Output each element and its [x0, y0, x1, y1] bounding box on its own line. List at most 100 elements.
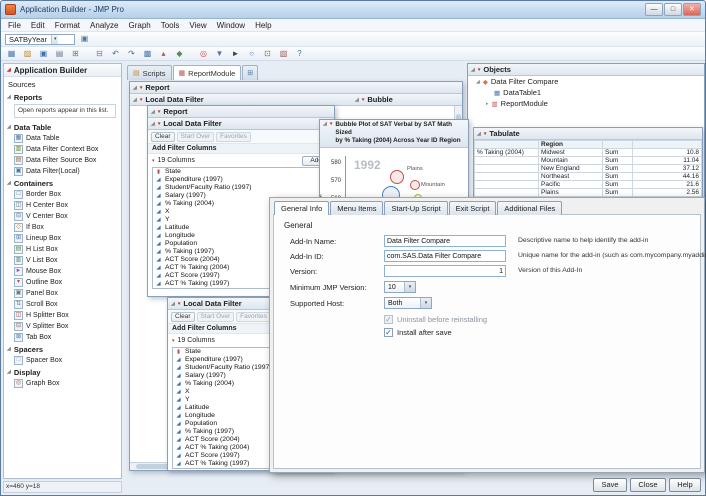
- toolbar-icon[interactable]: ◎: [197, 48, 210, 60]
- toolbar-icon[interactable]: ⊡: [261, 48, 274, 60]
- column-list-item[interactable]: ◢ Student/Faculty Ratio (1997): [153, 184, 329, 192]
- tabulate-header[interactable]: ◢ ▾ Tabulate: [474, 128, 702, 140]
- tab-startup-script[interactable]: Start-Up Script: [384, 201, 447, 215]
- tab-list-button[interactable]: ⊞: [242, 65, 258, 80]
- section-header-containers[interactable]: ◢ Containers: [4, 177, 121, 189]
- palette-item[interactable]: ▣ Panel Box: [4, 288, 121, 299]
- red-menu-icon[interactable]: ▾: [158, 109, 161, 115]
- toolbar-icon[interactable]: ▣: [37, 48, 50, 60]
- red-menu-icon[interactable]: ▾: [158, 121, 161, 127]
- objects-header[interactable]: ◢ ▾ Objects: [468, 64, 704, 76]
- toolbar-icon[interactable]: ▤: [53, 48, 66, 60]
- palette-item[interactable]: ▤ Data Filter Source Box: [4, 155, 121, 166]
- red-menu-icon[interactable]: ▾: [484, 131, 487, 137]
- start-over-button[interactable]: Start Over: [197, 312, 235, 322]
- red-menu-icon[interactable]: ▾: [140, 97, 143, 103]
- toolbar-icon[interactable]: ?: [293, 48, 306, 60]
- palette-item[interactable]: ◫ H Center Box: [4, 200, 121, 211]
- tab-menu-items[interactable]: Menu Items: [330, 201, 383, 215]
- tabulate-row[interactable]: Northeast Sum 44.16: [475, 173, 702, 181]
- palette-item[interactable]: ◇ If Box: [4, 222, 121, 233]
- bubble-outline-header[interactable]: ◢ ▾ Bubble: [352, 94, 462, 106]
- palette-item[interactable]: ► Mouse Box: [4, 266, 121, 277]
- section-header-reports[interactable]: ◢ Reports: [4, 91, 121, 103]
- sources-panel-header[interactable]: ◢ Application Builder: [4, 64, 121, 77]
- clear-button[interactable]: Clear: [151, 132, 175, 142]
- section-header-display[interactable]: ◢ Display: [4, 366, 121, 378]
- toolbar-icon[interactable]: ▴: [157, 48, 170, 60]
- addin-id-input[interactable]: com.SAS.Data Filter Compare: [384, 250, 506, 262]
- toolbar-icon[interactable]: ⊞: [69, 48, 82, 60]
- red-menu-icon[interactable]: ▾: [330, 121, 333, 146]
- palette-item[interactable]: ⊟ V Center Box: [4, 211, 121, 222]
- section-header-spacers[interactable]: ◢ Spacers: [4, 343, 121, 355]
- palette-item[interactable]: □ Border Box: [4, 189, 121, 200]
- red-menu-icon[interactable]: ▾: [178, 301, 181, 307]
- palette-item[interactable]: ⊟ V Splitter Box: [4, 321, 121, 332]
- tab-general-info[interactable]: General Info: [274, 201, 329, 215]
- palette-item[interactable]: ▥ Data Filter Context Box: [4, 144, 121, 155]
- min-jmp-version-dropdown[interactable]: 10 ▾: [384, 281, 416, 293]
- palette-item[interactable]: ◎ Graph Box: [4, 378, 121, 389]
- version-input[interactable]: 1: [384, 265, 506, 277]
- tree-item-datatable[interactable]: ▦ DataTable1: [468, 87, 704, 98]
- minimize-button[interactable]: —: [645, 3, 663, 16]
- red-menu-icon[interactable]: ▾: [478, 67, 481, 73]
- uninstall-checkbox[interactable]: ✓: [384, 315, 393, 324]
- menu-item[interactable]: Edit: [26, 21, 50, 30]
- supported-host-dropdown[interactable]: Both ▾: [384, 297, 432, 309]
- palette-item[interactable]: ◫ H Splitter Box: [4, 310, 121, 321]
- toolbar-icon[interactable]: ►: [229, 48, 242, 60]
- tree-item-reportmodule[interactable]: ▸ ▥ ReportModule: [468, 98, 704, 109]
- favorites-button[interactable]: Favorites: [216, 132, 251, 142]
- tab-report-module[interactable]: ▦ ReportModule: [173, 65, 242, 80]
- menu-item[interactable]: View: [184, 21, 211, 30]
- menu-item[interactable]: Tools: [156, 21, 185, 30]
- clear-button[interactable]: Clear: [171, 312, 195, 322]
- new-window-icon[interactable]: ▣: [78, 33, 91, 45]
- tabulate-row[interactable]: Plains Sum 2.56: [475, 189, 702, 197]
- bubble-marker[interactable]: [410, 180, 420, 190]
- script-selector[interactable]: SATByYear ▾: [5, 34, 75, 45]
- bubble-plot-header[interactable]: ◢ ▾ Bubble Plot of SAT Verbal by SAT Mat…: [320, 120, 468, 148]
- tabulate-row[interactable]: % Taking (2004) Midwest Sum 10.8: [475, 149, 702, 157]
- column-list-item[interactable]: ▮ State: [153, 168, 329, 176]
- addin-name-input[interactable]: Data Filter Compare: [384, 235, 506, 247]
- tab-scripts[interactable]: ▤ Scripts: [127, 65, 172, 80]
- palette-item[interactable]: ▥ V List Box: [4, 255, 121, 266]
- menu-item[interactable]: Analyze: [85, 21, 123, 30]
- report-outline-header[interactable]: ◢ ▾ Report: [148, 106, 334, 118]
- tabulate-row[interactable]: Pacific Sum 21.6: [475, 181, 702, 189]
- palette-item[interactable]: ▣ Data Filter(Local): [4, 166, 121, 177]
- bubble-marker[interactable]: [390, 170, 404, 184]
- palette-item[interactable]: ⊠ Tab Box: [4, 332, 121, 343]
- toolbar-icon[interactable]: ↷: [125, 48, 138, 60]
- palette-item[interactable]: ▤ H List Box: [4, 244, 121, 255]
- toolbar-icon[interactable]: ▦: [5, 48, 18, 60]
- palette-item[interactable]: □ Spacer Box: [4, 355, 121, 366]
- toolbar-icon[interactable]: ⊟: [93, 48, 106, 60]
- local-filter-outline-header[interactable]: ◢ ▾ Local Data Filter: [148, 118, 334, 130]
- red-menu-icon[interactable]: ▾: [362, 97, 365, 103]
- toolbar-icon[interactable]: ▼: [213, 48, 226, 60]
- palette-item[interactable]: ▦ Data Table: [4, 133, 121, 144]
- column-list-item[interactable]: ◢ Expenditure (1997): [153, 176, 329, 184]
- red-menu-icon[interactable]: ▾: [140, 85, 143, 91]
- tab-exit-script[interactable]: Exit Script: [449, 201, 497, 215]
- expander-icon[interactable]: ◢: [476, 79, 480, 85]
- menu-item[interactable]: Graph: [124, 21, 156, 30]
- red-menu-icon[interactable]: ▾: [152, 158, 155, 164]
- section-header-data-table[interactable]: ◢ Data Table: [4, 121, 121, 133]
- save-button[interactable]: Save: [593, 478, 627, 492]
- expander-icon[interactable]: ▸: [486, 101, 489, 107]
- menu-item[interactable]: Help: [250, 21, 276, 30]
- close-button[interactable]: Close: [630, 478, 666, 492]
- toolbar-icon[interactable]: ↶: [109, 48, 122, 60]
- toolbar-icon[interactable]: ▩: [141, 48, 154, 60]
- red-menu-icon[interactable]: ▾: [172, 338, 175, 344]
- menu-item[interactable]: Format: [50, 21, 85, 30]
- start-over-button[interactable]: Start Over: [177, 132, 215, 142]
- palette-item[interactable]: ▾ Outline Box: [4, 277, 121, 288]
- tree-item-root[interactable]: ◢ ◆ Data Filter Compare: [468, 76, 704, 87]
- tabulate-row[interactable]: Mountain Sum 11.04: [475, 157, 702, 165]
